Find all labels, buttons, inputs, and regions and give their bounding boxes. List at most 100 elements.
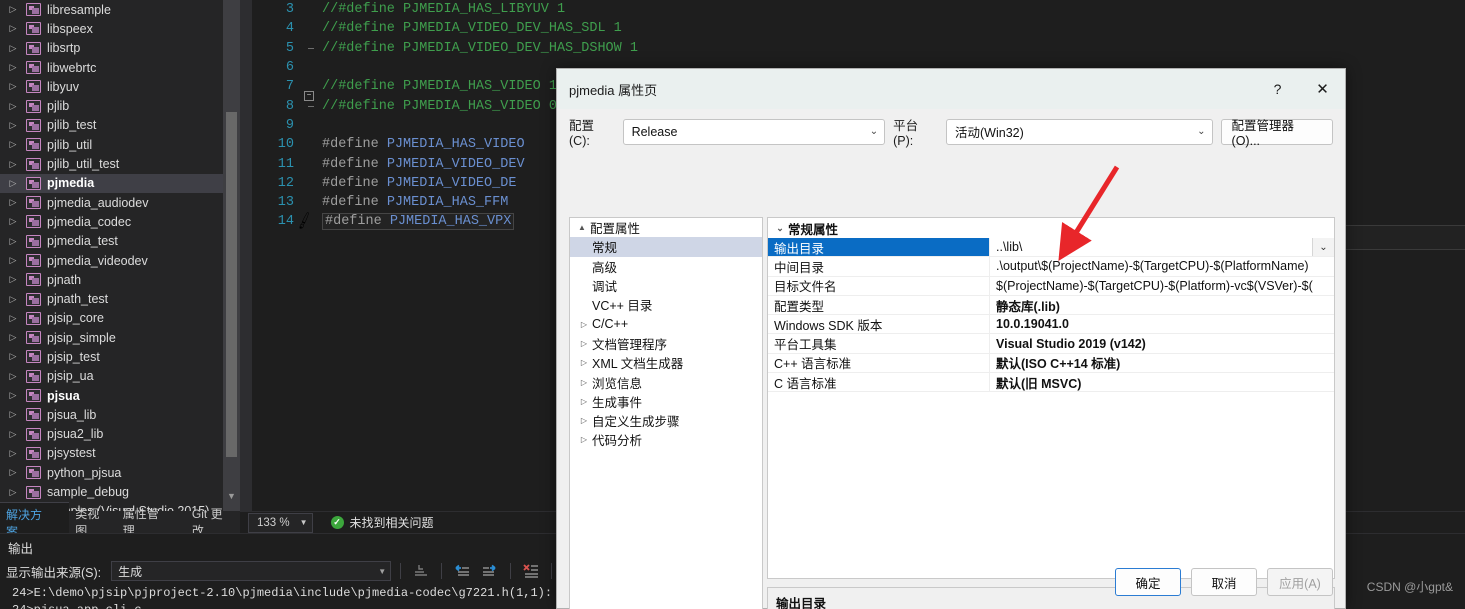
chevron-down-icon[interactable]: ▲: [574, 223, 590, 232]
chevron-right-icon[interactable]: ▷: [6, 43, 20, 53]
chevron-right-icon[interactable]: ▷: [576, 339, 592, 348]
zoom-level-selector[interactable]: 133 % ▼: [248, 512, 313, 533]
dialog-nav-item[interactable]: ▲ 配置属性: [570, 218, 762, 237]
solution-explorer-item[interactable]: ▷ sample_debug: [0, 482, 240, 501]
property-grid[interactable]: ⌄ 常规属性 输出目录 ..\lib\ ⌄ 中间目录 .\output\$(Projec…: [767, 217, 1335, 579]
chevron-right-icon[interactable]: ▷: [6, 294, 20, 304]
solution-explorer-item[interactable]: ▷ pjsua2_lib: [0, 425, 240, 444]
solution-explorer-panel[interactable]: ▷ libresample ▷ libspeex ▷ libsrtp ▷ libwebrtc ▷…: [0, 0, 240, 511]
chevron-right-icon[interactable]: ▷: [6, 82, 20, 91]
dialog-nav-item[interactable]: ▷ 生成事件: [570, 392, 762, 411]
platform-combobox[interactable]: 活动(Win32) ⌄: [946, 118, 1213, 145]
chevron-right-icon[interactable]: ▷: [576, 397, 592, 406]
property-row[interactable]: Windows SDK 版本 10.0.19041.0: [768, 315, 1334, 335]
issue-status[interactable]: ✓ 未找到相关问题: [330, 514, 434, 531]
solution-explorer-item[interactable]: ▷ pjlib_util_test: [0, 154, 240, 173]
solution-explorer-item[interactable]: ▷ libsrtp: [0, 39, 240, 58]
dialog-nav-item[interactable]: ▷ 文档管理程序: [570, 334, 762, 353]
dialog-nav-item[interactable]: 高级: [570, 257, 762, 276]
chevron-right-icon[interactable]: ▷: [6, 217, 20, 226]
chevron-right-icon[interactable]: ▷: [6, 487, 20, 497]
solution-explorer-item[interactable]: ▷ pjsip_ua: [0, 367, 240, 386]
chevron-right-icon[interactable]: ▷: [6, 63, 20, 72]
solution-explorer-item[interactable]: ▷ pjmedia_videodev: [0, 251, 240, 270]
solution-explorer-tree[interactable]: ▷ libresample ▷ libspeex ▷ libsrtp ▷ libwebrtc ▷…: [0, 0, 240, 511]
chevron-right-icon[interactable]: ▷: [6, 120, 20, 130]
chevron-right-icon[interactable]: ▷: [576, 416, 592, 425]
solution-explorer-item[interactable]: ▷ pjsystest: [0, 444, 240, 463]
go-to-previous-icon[interactable]: [451, 561, 473, 581]
clear-all-icon[interactable]: [520, 561, 542, 581]
code-line[interactable]: 5 //#define PJMEDIA_VIDEO_DEV_HAS_DSHOW 1: [252, 39, 1465, 58]
property-row[interactable]: 输出目录 ..\lib\ ⌄: [768, 238, 1334, 258]
ok-button[interactable]: 确定: [1115, 568, 1181, 596]
property-value[interactable]: 10.0.19041.0: [990, 315, 1334, 333]
dialog-nav-tree[interactable]: ▲ 配置属性 常规 高级 调试 VC++ 目录 ▷ C/C++ ▷ 文档管理程序 ▷ XML 文档生成…: [569, 217, 763, 609]
output-source-combobox[interactable]: 生成 ▼: [111, 561, 392, 581]
chevron-right-icon[interactable]: ▷: [6, 371, 20, 381]
dialog-nav-item[interactable]: VC++ 目录: [570, 295, 762, 314]
property-row[interactable]: C++ 语言标准 默认(ISO C++14 标准): [768, 353, 1334, 374]
dialog-nav-item[interactable]: ▷ 代码分析: [570, 430, 762, 449]
clear-output-icon[interactable]: [410, 561, 432, 581]
solution-explorer-item[interactable]: ▷ pjsua: [0, 386, 240, 405]
property-value[interactable]: 默认(旧 MSVC): [990, 373, 1334, 391]
help-icon[interactable]: ?: [1255, 69, 1300, 109]
close-icon[interactable]: ✕: [1300, 69, 1345, 109]
solution-explorer-item[interactable]: ▷ pjlib_util: [0, 135, 240, 154]
chevron-right-icon[interactable]: ▷: [6, 140, 20, 149]
chevron-right-icon[interactable]: ▷: [6, 236, 20, 246]
chevron-right-icon[interactable]: ▷: [6, 5, 20, 14]
property-value[interactable]: $(ProjectName)-$(TargetCPU)-$(Platform)-…: [990, 277, 1334, 295]
solution-explorer-item[interactable]: ▷ pjmedia_codec: [0, 212, 240, 231]
solution-explorer-item[interactable]: ▷ python_pjsua: [0, 463, 240, 482]
panel-splitter[interactable]: [240, 0, 252, 511]
chevron-right-icon[interactable]: ▷: [6, 352, 20, 361]
property-value[interactable]: ..\lib\ ⌄: [990, 238, 1334, 257]
chevron-right-icon[interactable]: ▷: [6, 178, 20, 188]
solution-explorer-item[interactable]: ▷ pjlib: [0, 96, 240, 115]
property-value[interactable]: .\output\$(ProjectName)-$(TargetCPU)-$(P…: [990, 257, 1334, 275]
chevron-right-icon[interactable]: ▷: [576, 320, 592, 329]
apply-button[interactable]: 应用(A): [1267, 568, 1333, 596]
chevron-right-icon[interactable]: ▷: [6, 448, 20, 458]
dialog-nav-item[interactable]: ▷ 自定义生成步骤: [570, 411, 762, 430]
property-value[interactable]: Visual Studio 2019 (v142): [990, 334, 1334, 352]
property-row[interactable]: 中间目录 .\output\$(ProjectName)-$(TargetCPU)…: [768, 257, 1334, 277]
dialog-nav-item[interactable]: ▷ 浏览信息: [570, 372, 762, 391]
code-line[interactable]: 4 //#define PJMEDIA_VIDEO_DEV_HAS_SDL 1: [252, 19, 1465, 38]
property-row[interactable]: C 语言标准 默认(旧 MSVC): [768, 373, 1334, 393]
chevron-right-icon[interactable]: ▷: [6, 333, 20, 342]
solution-explorer-item[interactable]: ▷ pjmedia: [0, 173, 240, 193]
solution-explorer-item[interactable]: ▷ pjmedia_audiodev: [0, 193, 240, 212]
chevron-right-icon[interactable]: ▷: [6, 198, 20, 207]
code-line[interactable]: 3 //#define PJMEDIA_HAS_LIBYUV 1: [252, 0, 1465, 19]
property-row[interactable]: 平台工具集 Visual Studio 2019 (v142): [768, 334, 1334, 354]
chevron-right-icon[interactable]: ▷: [6, 313, 20, 323]
solution-explorer-scrollbar[interactable]: ▼: [223, 0, 240, 511]
property-row[interactable]: 配置类型 静态库(.lib): [768, 295, 1334, 316]
chevron-right-icon[interactable]: ▷: [6, 159, 20, 169]
chevron-right-icon[interactable]: ▷: [576, 378, 592, 387]
solution-explorer-item[interactable]: ▷ libyuv: [0, 77, 240, 96]
dialog-nav-item[interactable]: ▷ XML 文档生成器: [570, 353, 762, 372]
solution-explorer-item[interactable]: ▷ libresample: [0, 0, 240, 19]
configuration-manager-button[interactable]: 配置管理器(O)...: [1220, 118, 1333, 148]
chevron-right-icon[interactable]: ▷: [6, 275, 20, 284]
solution-explorer-item[interactable]: ▷ pjsip_test: [0, 347, 240, 366]
chevron-right-icon[interactable]: ▷: [6, 24, 20, 33]
configuration-combobox[interactable]: Release ⌄: [622, 118, 886, 145]
solution-explorer-item[interactable]: ▷ pjlib_test: [0, 116, 240, 135]
dialog-nav-item[interactable]: ▷ C/C++: [570, 314, 762, 333]
property-pages-dialog[interactable]: pjmedia 属性页 ? ✕ 配置(C): Release ⌄ 平台(P): …: [556, 68, 1346, 609]
solution-explorer-item[interactable]: ▷ pjmedia_test: [0, 232, 240, 251]
chevron-right-icon[interactable]: ▷: [576, 358, 592, 367]
solution-explorer-item[interactable]: ▷ pjnath_test: [0, 289, 240, 308]
dialog-nav-item[interactable]: 常规: [570, 237, 762, 257]
chevron-right-icon[interactable]: ▷: [6, 468, 20, 477]
chevron-right-icon[interactable]: ▷: [6, 410, 20, 419]
property-value-dropdown-icon[interactable]: ⌄: [1312, 238, 1334, 257]
solution-explorer-item[interactable]: ▷ pjsua_lib: [0, 405, 240, 424]
solution-explorer-item[interactable]: ▷ pjsip_core: [0, 309, 240, 328]
go-to-next-icon[interactable]: [479, 561, 501, 581]
